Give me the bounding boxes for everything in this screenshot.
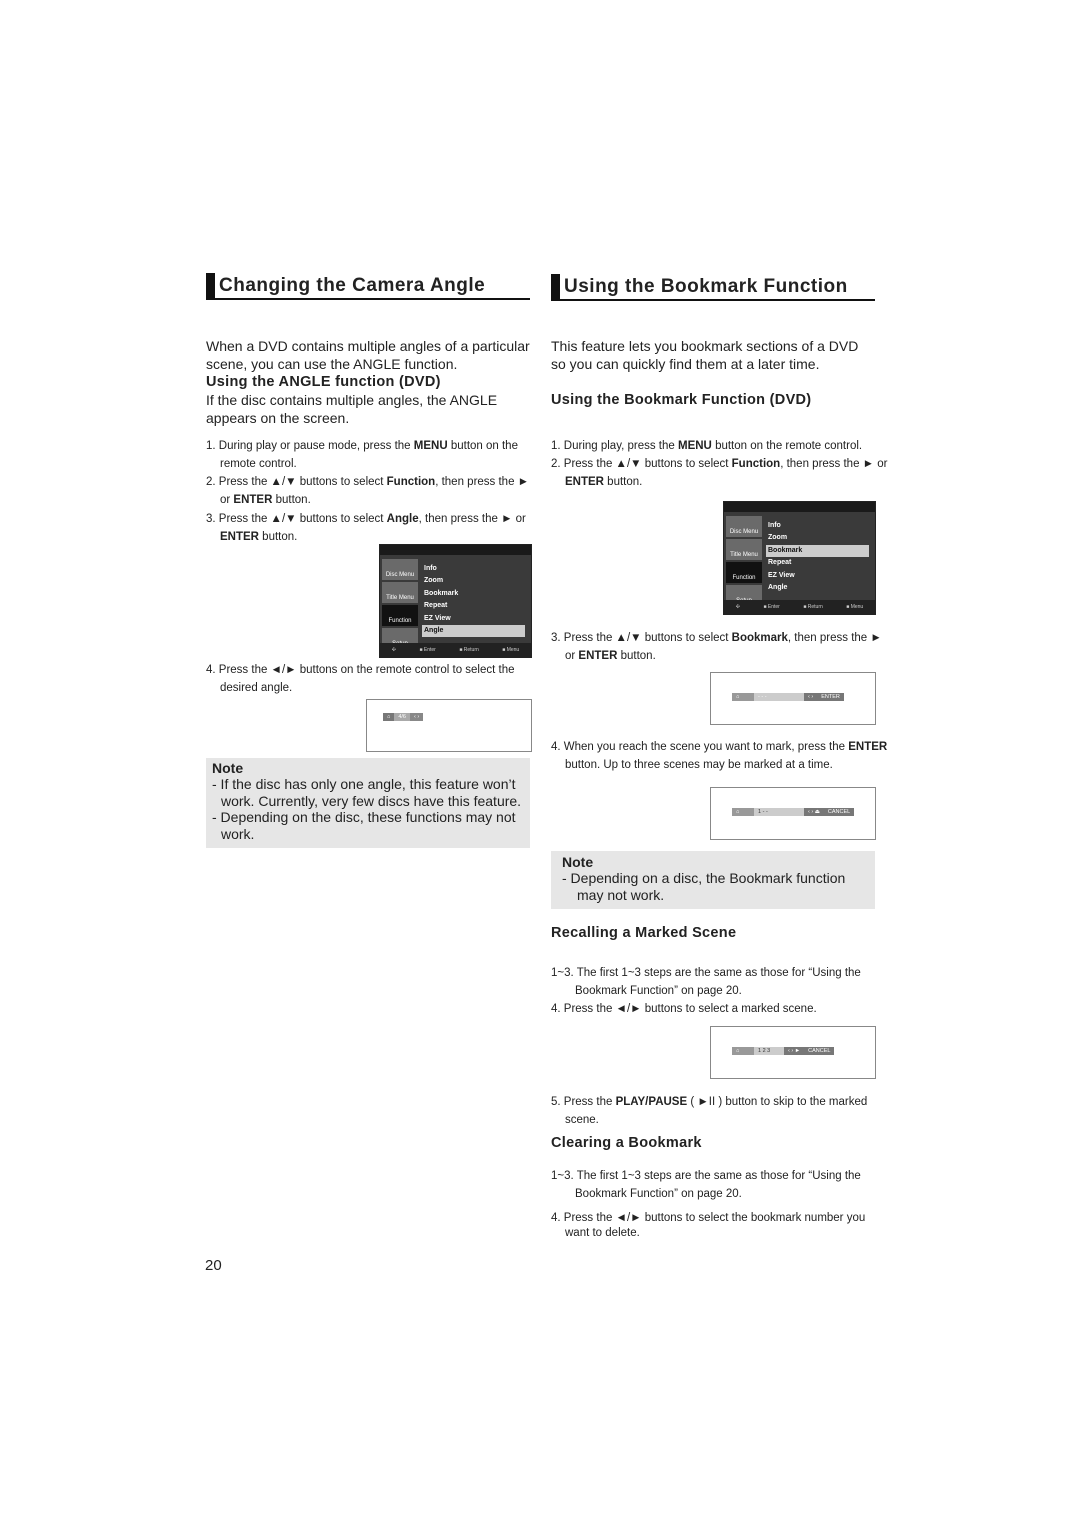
section-title-bookmark: Using the Bookmark Function (551, 274, 875, 301)
menu-tab-function[interactable]: Function (382, 605, 418, 626)
menu-item-angle[interactable]: Angle (422, 624, 525, 638)
bookmark-intro: This feature lets you bookmark sections … (551, 338, 859, 372)
angle-subheading: Using the ANGLE function (DVD) (206, 374, 441, 390)
clear-step-4: 4. Press the ◄/► buttons to select the b… (551, 1212, 866, 1239)
manual-page: Changing the Camera Angle When a DVD con… (0, 0, 1080, 1528)
menu-hint-menu: ■ Menu (846, 604, 864, 610)
menu-footer: ✣ ■ Enter ■ Return ■ Menu (724, 600, 875, 614)
menu-sidebar: Disc MenuTitle MenuFunctionSetup (382, 559, 418, 651)
angle-step-1: 1. During play or pause mode, press the … (206, 440, 518, 470)
bold-term: ENTER (220, 531, 259, 543)
angle-step-3: 3. Press the ▲/▼ buttons to select Angle… (206, 513, 526, 543)
menu-item-repeat[interactable]: Repeat (422, 600, 525, 612)
bookmark-step-4: 4. When you reach the scene you want to … (551, 741, 888, 771)
bookmark-step-3: 3. Press the ▲/▼ buttons to select Bookm… (551, 632, 882, 662)
menu-hint-menu: ■ Menu (502, 647, 520, 653)
left-right-arrows-icon: ‹ › ⏏ (804, 808, 824, 816)
bold-term: ENTER (578, 650, 618, 662)
note-title: Note (212, 760, 244, 776)
angle-note: Note - If the disc has only one angle, t… (206, 758, 530, 848)
menu-tab-title-menu[interactable]: Title Menu (726, 539, 762, 560)
bold-term: ENTER (233, 494, 273, 506)
bookmark-subheading: Using the Bookmark Function (DVD) (551, 392, 812, 408)
bold-term: Function (731, 458, 781, 470)
bookmark-note: Note - Depending on a disc, the Bookmark… (551, 851, 875, 909)
menu-hint-return: ■ Return (459, 647, 479, 653)
menu-hint-enter: ■ Enter (763, 604, 780, 610)
bookmark-icon: ⌂ (732, 1047, 754, 1055)
menu-tab-disc-menu[interactable]: Disc Menu (726, 516, 762, 537)
recall-heading: Recalling a Marked Scene (551, 925, 737, 941)
clear-step-1-3: 1~3. The first 1~3 steps are the same as… (551, 1170, 861, 1200)
angle-step-4: 4. Press the ◄/► buttons on the remote c… (206, 664, 515, 694)
bold-term: ENTER (848, 741, 888, 753)
note-line: - If the disc has only one angle, this f… (212, 776, 522, 809)
menu-tab-title-menu[interactable]: Title Menu (382, 582, 418, 603)
angle-step-2: 2. Press the ▲/▼ buttons to select Funct… (206, 476, 530, 506)
bold-term: PLAY/PAUSE (615, 1096, 688, 1108)
menu-item-zoom[interactable]: Zoom (422, 575, 525, 587)
bookmark-step-2: 2. Press the ▲/▼ buttons to select Funct… (551, 458, 888, 488)
menu-sidebar: Disc MenuTitle MenuFunctionSetup (726, 516, 762, 608)
menu-footer: ✣ ■ Enter ■ Return ■ Menu (380, 643, 531, 657)
clear-heading: Clearing a Bookmark (551, 1135, 702, 1151)
cancel-label: CANCEL (804, 1047, 835, 1055)
recall-step-4: 4. Press the ◄/► buttons to select a mar… (551, 1003, 817, 1015)
menu-items: Info Zoom Bookmark Repeat EZ View Angle (422, 563, 525, 638)
menu-tab-function[interactable]: Function (726, 562, 762, 583)
navigation-icon: ✣ (391, 647, 396, 653)
bold-term: MENU (678, 440, 712, 452)
angle-intro: When a DVD contains multiple angles of a… (206, 338, 530, 372)
menu-header (380, 545, 531, 555)
bookmark-icon: ⌂ (732, 808, 754, 816)
note-line: - Depending on a disc, the Bookmark func… (562, 870, 846, 903)
menu-items: Info Zoom Bookmark Repeat EZ View Angle (766, 520, 869, 594)
menu-item-repeat[interactable]: Repeat (766, 557, 869, 569)
enter-label: ENTER (817, 693, 844, 701)
recall-step-1-3: 1~3. The first 1~3 steps are the same as… (551, 967, 861, 997)
left-right-arrows-icon: ‹ › (804, 693, 818, 701)
function-menu-angle: Disc MenuTitle MenuFunctionSetupInfoZoom… (379, 544, 532, 658)
menu-hint-enter: ■ Enter (419, 647, 436, 653)
menu-tab-disc-menu[interactable]: Disc Menu (382, 559, 418, 580)
bookmark-marks: 1 - - (754, 808, 804, 816)
bookmark-bar-screen-1: ⌂ - - - ‹ › ENTER (710, 672, 876, 725)
angle-value: 4/6 (394, 713, 410, 721)
recall-bar-screen: ⌂ 1 2 3 ‹ › ► CANCEL (710, 1026, 876, 1079)
angle-icon: ⌂ (383, 713, 395, 721)
menu-item-ez-view[interactable]: EZ View (766, 570, 869, 582)
bold-term: ENTER (565, 476, 604, 488)
menu-item-angle[interactable]: Angle (766, 582, 869, 594)
bold-term: MENU (413, 440, 448, 452)
bold-term: Function (386, 476, 436, 488)
menu-item-bookmark[interactable]: Bookmark (422, 588, 525, 600)
section-title-camera-angle: Changing the Camera Angle (206, 273, 530, 300)
angle-display-screen: ⌂ 4/6 ‹ › (366, 699, 532, 752)
menu-item-info[interactable]: Info (422, 563, 525, 575)
bold-term: Angle (386, 513, 419, 525)
bookmark-marks: 1 2 3 (754, 1047, 784, 1055)
bold-term: Bookmark (731, 632, 788, 644)
menu-item-ez-view[interactable]: EZ View (422, 613, 525, 625)
left-right-arrows-icon: ‹ › (409, 713, 424, 721)
function-menu-bookmark: Disc MenuTitle MenuFunctionSetupInfoZoom… (723, 501, 876, 615)
note-title: Note (562, 854, 594, 870)
recall-step-5: 5. Press the PLAY/PAUSE ( ►II ) button t… (551, 1096, 868, 1126)
menu-header (724, 502, 875, 512)
menu-hint-return: ■ Return (803, 604, 823, 610)
menu-item-info[interactable]: Info (766, 520, 869, 532)
bookmark-icon: ⌂ (732, 693, 754, 701)
note-line: - Depending on the disc, these functions… (212, 809, 516, 842)
left-right-play-icon: ‹ › ► (784, 1047, 805, 1055)
bookmark-bar-screen-2: ⌂ 1 - - ‹ › ⏏ CANCEL (710, 787, 876, 840)
menu-item-bookmark[interactable]: Bookmark (766, 544, 869, 558)
bookmark-marks: - - - (754, 693, 804, 701)
angle-subintro: If the disc contains multiple angles, th… (206, 392, 498, 426)
menu-item-zoom[interactable]: Zoom (766, 532, 869, 544)
page-number: 20 (205, 1257, 222, 1274)
cancel-label: CANCEL (823, 808, 855, 816)
navigation-icon: ✣ (735, 604, 740, 610)
bookmark-step-1: 1. During play, press the MENU button on… (551, 440, 863, 452)
